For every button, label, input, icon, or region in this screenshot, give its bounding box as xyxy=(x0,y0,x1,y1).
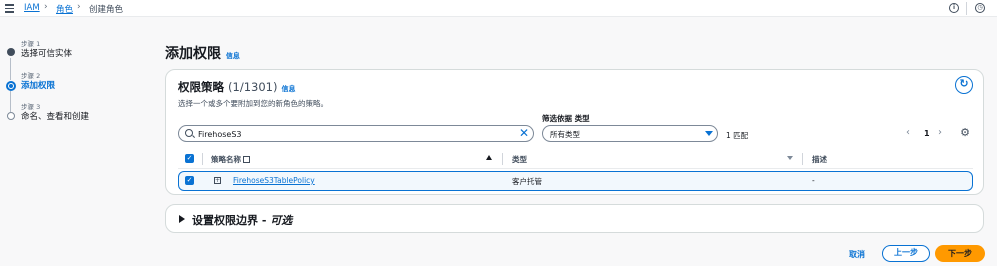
breadcrumb-separator: › xyxy=(44,2,48,12)
info-link[interactable]: 信息 xyxy=(226,52,240,60)
search-icon xyxy=(185,129,193,137)
info-link[interactable]: 信息 xyxy=(281,85,295,93)
page-number[interactable]: 1 xyxy=(924,129,930,138)
policy-count: (1/1301) xyxy=(228,80,278,94)
caret-right-icon xyxy=(179,215,185,223)
type-filter-select[interactable]: 所有类型 xyxy=(542,125,718,142)
filter-value: 所有类型 xyxy=(550,130,580,139)
policy-type: 客户托管 xyxy=(512,177,542,186)
caret-down-icon xyxy=(705,131,713,136)
cancel-button[interactable]: 取消 xyxy=(849,249,865,260)
step-title: 选择可信实体 xyxy=(21,49,73,59)
divider xyxy=(966,2,967,15)
expand-icon[interactable]: + xyxy=(214,177,221,184)
step-title: 命名、查看和创建 xyxy=(21,112,90,122)
panel-title: 权限策略 (1/1301) 信息 xyxy=(178,79,295,95)
top-navigation-bar: IAM › 角色 › 创建角色 i ◷ xyxy=(0,0,997,17)
divider xyxy=(178,168,973,169)
policy-description: - xyxy=(812,176,815,185)
column-header-label: 策略名称 xyxy=(211,155,241,164)
sort-icon[interactable] xyxy=(787,156,793,160)
page-title-text: 添加权限 xyxy=(165,46,221,62)
boundary-title-text: 设置权限边界 - xyxy=(192,214,271,227)
settings-icon[interactable]: ⚙ xyxy=(959,127,971,139)
filter-label: 筛选依据 类型 xyxy=(542,114,590,123)
next-page-icon[interactable]: › xyxy=(938,127,942,138)
panel-description: 选择一个或多个要附加到您的新角色的策略。 xyxy=(178,99,328,108)
boundary-title: 设置权限边界 - 可选 xyxy=(192,212,292,228)
refresh-icon[interactable]: ↻ xyxy=(955,76,973,94)
column-header-type[interactable]: 类型 xyxy=(512,154,527,165)
menu-icon[interactable] xyxy=(5,4,14,13)
match-count: 1 匹配 xyxy=(726,131,749,140)
column-divider xyxy=(202,153,203,165)
search-input[interactable] xyxy=(198,128,508,140)
sort-ascending-icon[interactable] xyxy=(486,155,492,160)
column-divider xyxy=(802,153,803,165)
step-complete-icon xyxy=(7,48,15,56)
step-connector xyxy=(10,58,11,80)
page-title: 添加权限 信息 xyxy=(165,43,240,63)
info-icon[interactable]: i xyxy=(949,3,959,13)
row-checkbox[interactable]: ✓ xyxy=(185,176,194,185)
table-row[interactable]: ✓ + FirehoseS3TablePolicy 客户托管 - xyxy=(178,171,973,191)
select-all-checkbox[interactable]: ✓ xyxy=(185,154,194,163)
step-title: 添加权限 xyxy=(21,81,56,91)
clear-icon[interactable]: ✕ xyxy=(519,126,529,140)
column-header-description[interactable]: 描述 xyxy=(812,154,827,165)
step-connector xyxy=(10,91,11,112)
column-header-policy-name[interactable]: 策略名称 xyxy=(211,154,250,165)
permissions-boundary-section[interactable]: 设置权限边界 - 可选 xyxy=(165,204,984,233)
optional-label: 可选 xyxy=(270,214,293,227)
previous-page-icon[interactable]: ‹ xyxy=(906,127,910,138)
step-pending-icon xyxy=(7,112,15,120)
panel-title-text: 权限策略 xyxy=(178,80,224,94)
breadcrumb-roles[interactable]: 角色 xyxy=(56,3,73,15)
notifications-icon[interactable]: ◷ xyxy=(975,3,985,13)
column-divider xyxy=(502,153,503,165)
breadcrumb-current: 创建角色 xyxy=(89,5,124,15)
search-field[interactable]: ✕ xyxy=(178,125,534,142)
permissions-policies-panel: 权限策略 (1/1301) 信息 选择一个或多个要附加到您的新角色的策略。 ↻ … xyxy=(165,69,984,195)
previous-button[interactable]: 上一步 xyxy=(882,245,930,262)
breadcrumb-separator: › xyxy=(77,2,81,12)
breadcrumb-iam[interactable]: IAM xyxy=(24,3,40,13)
next-button[interactable]: 下一步 xyxy=(935,245,985,262)
step-current-icon xyxy=(6,81,16,91)
policy-name-link[interactable]: FirehoseS3TablePolicy xyxy=(233,176,315,185)
external-link-icon xyxy=(243,156,250,163)
